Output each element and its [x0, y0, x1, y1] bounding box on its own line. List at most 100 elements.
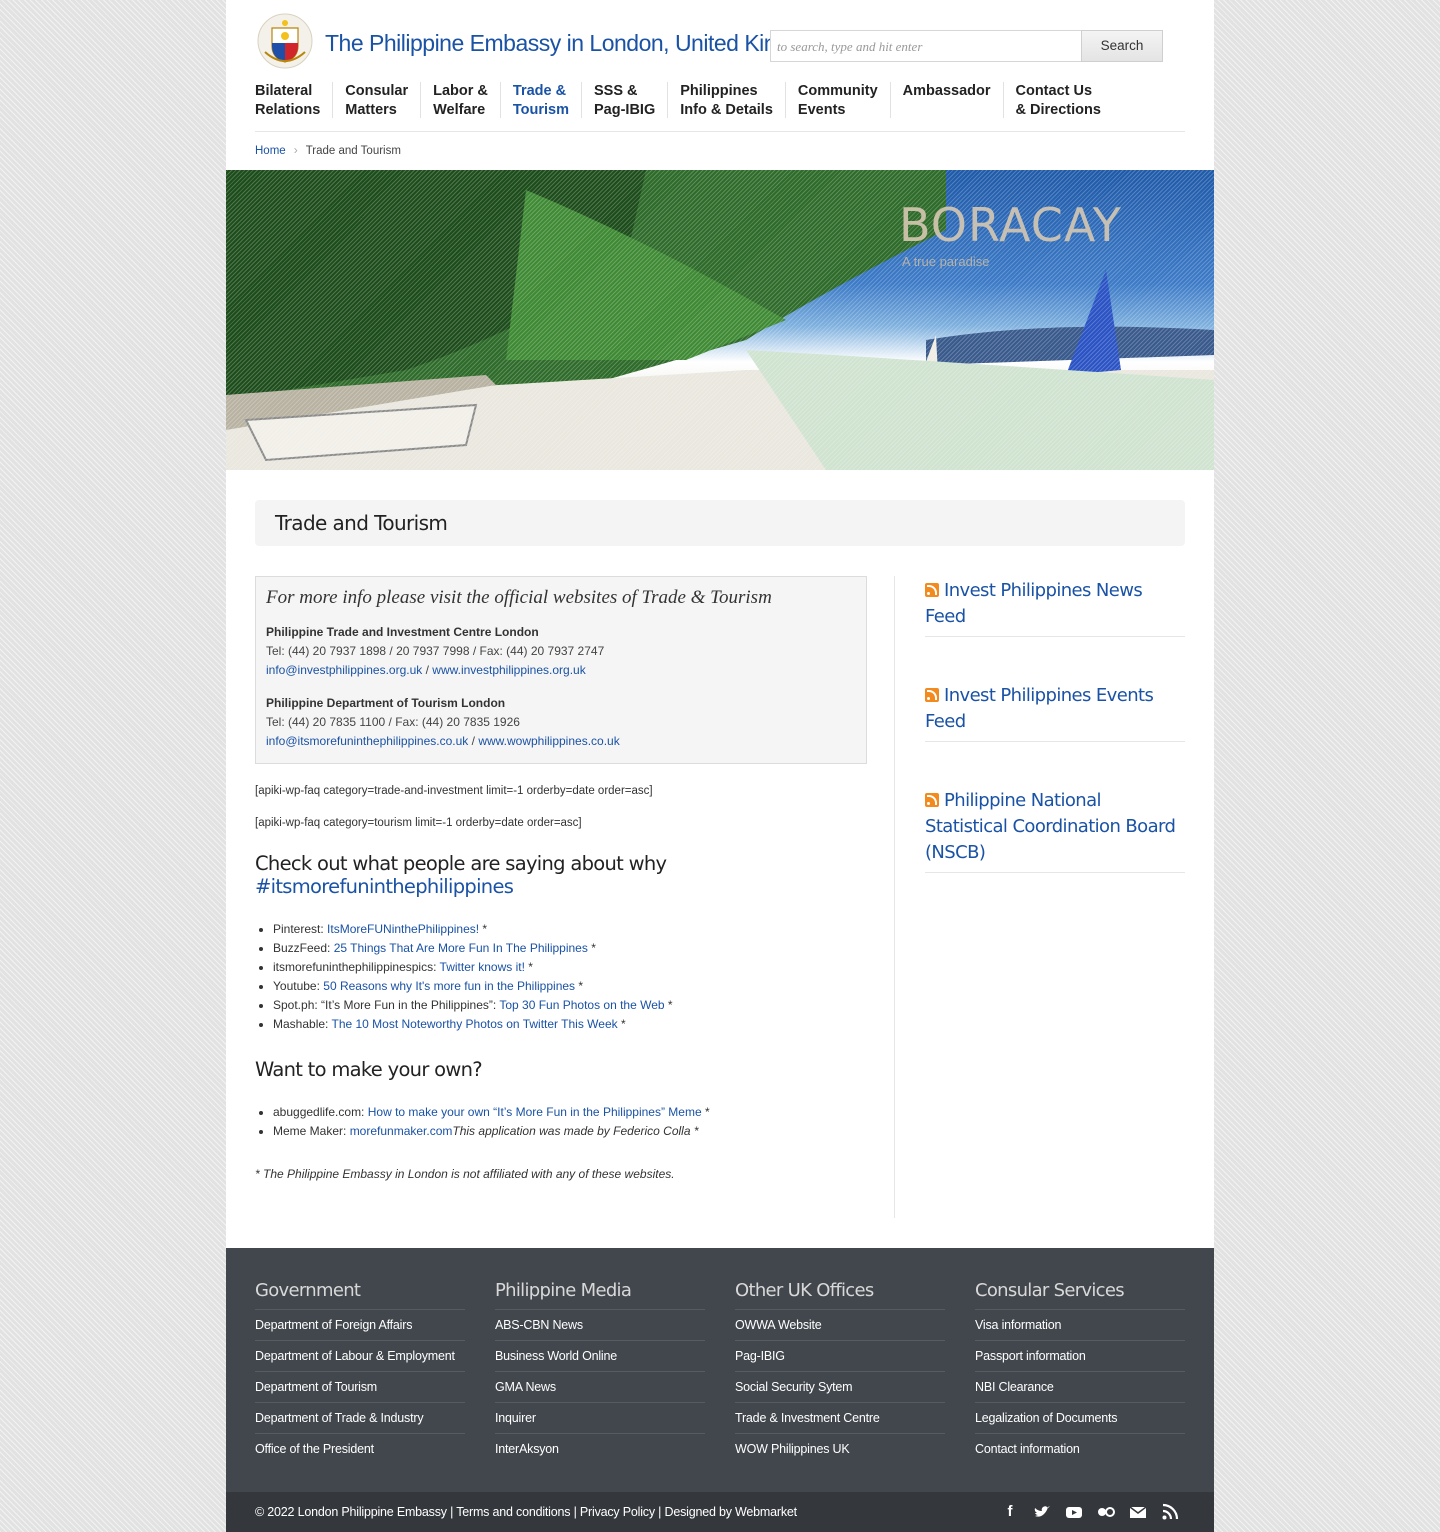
footer-link[interactable]: OWWA Website	[735, 1310, 945, 1341]
list-item: BuzzFeed: 25 Things That Are More Fun In…	[273, 939, 867, 958]
footer-link[interactable]: Department of Tourism	[255, 1372, 465, 1403]
footer-column-title: Philippine Media	[495, 1280, 705, 1310]
search-button[interactable]: Search	[1081, 30, 1163, 62]
item-link[interactable]: How to make your own “It’s More Fun in t…	[368, 1105, 702, 1119]
footer-link[interactable]: Legalization of Documents	[975, 1403, 1185, 1434]
org-tel: Tel: (44) 20 7937 1898 / 20 7937 7998 / …	[266, 644, 605, 658]
hero-banner: BORACAY A true paradise	[226, 170, 1214, 470]
item-prefix: Spot.ph: “It’s More Fun in the Philippin…	[273, 998, 500, 1012]
hashtag-link[interactable]: #itsmorefuninthephilippines	[255, 875, 514, 898]
item-link[interactable]: The 10 Most Noteworthy Photos on Twitter…	[331, 1017, 617, 1031]
search-input[interactable]: to search, type and hit enter	[770, 30, 1082, 62]
footer-link[interactable]: InterAksyon	[495, 1434, 705, 1464]
nav-label: Tourism	[512, 102, 570, 118]
nav-label: Bilateral	[255, 83, 313, 99]
footer-column-title: Government	[255, 1280, 465, 1310]
nav-label: Philippines	[680, 83, 758, 99]
heading-text: Check out what people are saying about w…	[255, 852, 667, 875]
copyright-text[interactable]: © 2022 London Philippine Embassy | Terms…	[255, 1505, 797, 1519]
widget-title-link[interactable]: Philippine National Statistical Coordina…	[925, 790, 1176, 863]
footer-link[interactable]: ABS-CBN News	[495, 1310, 705, 1341]
sidebar-widget-nscb: Philippine National Statistical Coordina…	[925, 786, 1185, 873]
nav-item-trade-tourism[interactable]: Trade & Tourism	[499, 82, 581, 118]
nav-item-community-events[interactable]: Community Events	[784, 82, 890, 118]
nav-label: Ambassador	[902, 83, 991, 99]
email-link[interactable]: info@investphilippines.org.uk	[266, 663, 422, 677]
item-note: This application was made by Federico Co…	[452, 1124, 699, 1138]
footer-column-government: Government Department of Foreign Affairs…	[255, 1280, 465, 1464]
footer-link[interactable]: Passport information	[975, 1341, 1185, 1372]
footer-link[interactable]: Department of Trade & Industry	[255, 1403, 465, 1434]
item-link[interactable]: 50 Reasons why It's more fun in the Phil…	[323, 979, 575, 993]
fun-links-list: Pinterest: ItsMoreFUNinthePhilippines! *…	[255, 920, 867, 1034]
email-icon[interactable]	[1128, 1502, 1148, 1522]
flickr-icon[interactable]	[1096, 1502, 1116, 1522]
main-nav: Bilateral Relations Consular Matters Labor…	[255, 82, 1185, 132]
rss-icon[interactable]	[925, 793, 939, 807]
disclaimer: * The Philippine Embassy in London is no…	[255, 1167, 675, 1181]
website-link[interactable]: www.wowphilippines.co.uk	[478, 734, 619, 748]
nav-item-sss-pag-ibig[interactable]: SSS & Pag-IBIG	[581, 82, 667, 118]
footer-link[interactable]: WOW Philippines UK	[735, 1434, 945, 1464]
nav-item-labor-welfare[interactable]: Labor & Welfare	[420, 82, 500, 118]
section-heading-make-your-own: Want to make your own?	[255, 1058, 483, 1081]
nav-item-consular-matters[interactable]: Consular Matters	[332, 82, 420, 118]
link-separator: /	[468, 734, 479, 748]
nav-label: Community	[797, 83, 878, 99]
footer-column-title: Consular Services	[975, 1280, 1185, 1310]
footer-link[interactable]: Department of Labour & Employment	[255, 1341, 465, 1372]
nav-label: Welfare	[433, 102, 486, 118]
meme-links-list: abuggedlife.com: How to make your own “I…	[255, 1103, 867, 1141]
item-link[interactable]: Top 30 Fun Photos on the Web	[499, 998, 664, 1012]
footer-link[interactable]: Business World Online	[495, 1341, 705, 1372]
footer-link[interactable]: Visa information	[975, 1310, 1185, 1341]
footer-link[interactable]: Office of the President	[255, 1434, 465, 1464]
item-link[interactable]: ItsMoreFUNinthePhilippines!	[327, 922, 479, 936]
widget-title-link[interactable]: Invest Philippines Events Feed	[925, 685, 1154, 732]
item-link[interactable]: 25 Things That Are More Fun In The Phili…	[334, 941, 588, 955]
widget-title: Invest Philippines Events Feed	[925, 683, 1185, 735]
site-title[interactable]: The Philippine Embassy in London, United…	[325, 30, 832, 57]
footer-link[interactable]: Contact information	[975, 1434, 1185, 1464]
item-suffix: *	[617, 1017, 626, 1031]
footer-link[interactable]: Social Security Sytem	[735, 1372, 945, 1403]
nav-item-bilateral-relations[interactable]: Bilateral Relations	[255, 82, 332, 118]
nav-label: Trade &	[512, 83, 567, 99]
nav-label: Contact Us	[1015, 83, 1093, 99]
footer-link[interactable]: NBI Clearance	[975, 1372, 1185, 1403]
item-prefix: abuggedlife.com:	[273, 1105, 368, 1119]
nav-item-contact-us[interactable]: Contact Us & Directions	[1002, 82, 1113, 118]
list-item: abuggedlife.com: How to make your own “I…	[273, 1103, 867, 1122]
facebook-icon[interactable]: f	[1000, 1502, 1020, 1522]
item-link[interactable]: Twitter knows it!	[440, 960, 525, 974]
footer-link[interactable]: Trade & Investment Centre	[735, 1403, 945, 1434]
widget-title-link[interactable]: Invest Philippines News Feed	[925, 580, 1143, 627]
item-prefix: Pinterest:	[273, 922, 328, 936]
footer-link[interactable]: Inquirer	[495, 1403, 705, 1434]
footer-link[interactable]: GMA News	[495, 1372, 705, 1403]
footer-link[interactable]: Pag-IBIG	[735, 1341, 945, 1372]
nav-item-philippines-info[interactable]: Philippines Info & Details	[667, 82, 785, 118]
main-content: For more info please visit the official …	[255, 576, 867, 1181]
trade-tourism-info-box: For more info please visit the official …	[255, 576, 867, 764]
item-suffix: *	[587, 941, 596, 955]
site-footer: Government Department of Foreign Affairs…	[226, 1248, 1214, 1492]
nav-label: Matters	[345, 102, 397, 118]
section-heading-check-out: Check out what people are saying about w…	[255, 852, 867, 898]
breadcrumb-home-link[interactable]: Home	[255, 145, 286, 157]
faq-shortcode: [apiki-wp-faq category=tourism limit=-1 …	[255, 817, 582, 829]
rss-icon[interactable]	[925, 583, 939, 597]
org-contact-links: info@itsmorefuninthephilippines.co.uk / …	[266, 732, 856, 751]
rss-icon[interactable]	[1160, 1502, 1180, 1522]
item-link[interactable]: morefunmaker.com	[350, 1124, 453, 1138]
website-link[interactable]: www.investphilippines.org.uk	[432, 663, 585, 677]
embassy-seal-logo[interactable]	[255, 12, 315, 70]
item-suffix: *	[524, 960, 533, 974]
footer-link[interactable]: Department of Foreign Affairs	[255, 1310, 465, 1341]
twitter-icon[interactable]	[1032, 1502, 1052, 1522]
list-item: Youtube: 50 Reasons why It's more fun in…	[273, 977, 867, 996]
email-link[interactable]: info@itsmorefuninthephilippines.co.uk	[266, 734, 468, 748]
youtube-icon[interactable]	[1064, 1502, 1084, 1522]
rss-icon[interactable]	[925, 688, 939, 702]
nav-item-ambassador[interactable]: Ambassador	[889, 82, 1003, 118]
